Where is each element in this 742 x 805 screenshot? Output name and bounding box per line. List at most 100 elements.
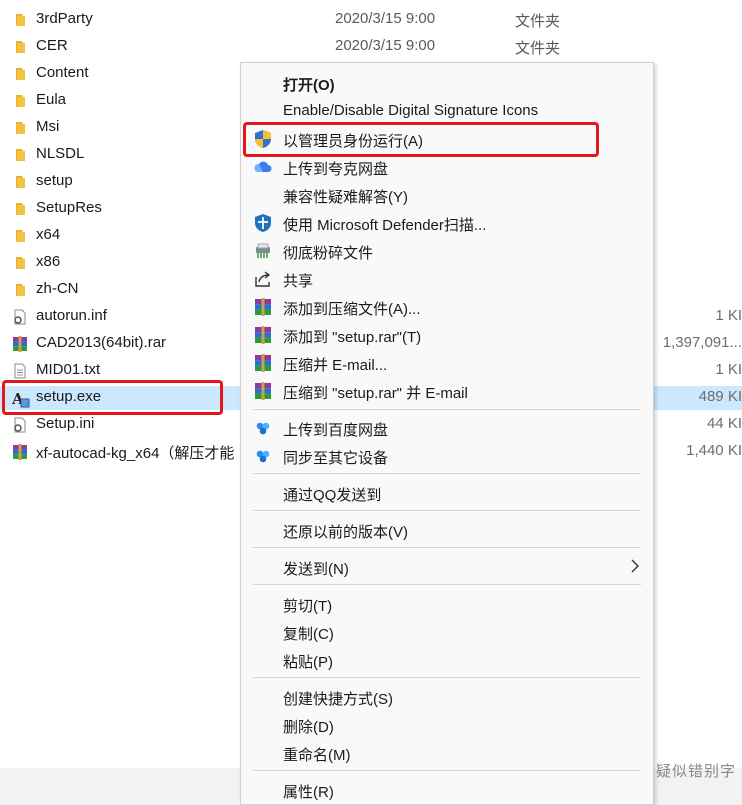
menu-item-label: 添加到 "setup.rar"(T)	[283, 329, 422, 346]
file-date: 2020/3/15 9:00	[335, 37, 436, 54]
menu-item-label: 上传到百度网盘	[283, 422, 389, 439]
file-type: 文件夹	[515, 40, 561, 57]
watermark-text: 疑似错别字	[656, 763, 737, 780]
file-size: 1 KI	[715, 361, 742, 378]
file-size: 1 KI	[715, 307, 742, 324]
file-date: 2020/3/15 9:00	[335, 10, 436, 27]
menu-item-open[interactable]: 打开(O)	[241, 68, 653, 96]
menu-item-defender-scan[interactable]: 使用 Microsoft Defender扫描...	[241, 208, 653, 236]
menu-item-rename[interactable]: 重命名(M)	[241, 738, 653, 766]
file-name: MID01.txt	[36, 361, 101, 378]
folder-icon	[12, 228, 28, 244]
menu-separator	[253, 547, 641, 548]
file-name: CAD2013(64bit).rar	[36, 334, 167, 351]
file-size: 489 KI	[698, 388, 742, 405]
menu-item-label: 兼容性疑难解答(Y)	[283, 189, 408, 206]
menu-item-shred[interactable]: 彻底粉碎文件	[241, 236, 653, 264]
menu-item-label: 还原以前的版本(V)	[283, 524, 408, 541]
folder-icon	[12, 39, 28, 55]
chevron-right-icon	[629, 557, 641, 575]
file-row[interactable]: 3rdParty 2020/3/15 9:00 文件夹	[0, 6, 742, 33]
menu-item-label: 属性(R)	[283, 784, 334, 801]
menu-item-copy[interactable]: 复制(C)	[241, 617, 653, 645]
file-name: CER	[36, 37, 68, 54]
folder-icon	[12, 174, 28, 190]
baidu-cloud-icon	[253, 446, 273, 466]
file-name: x86	[36, 253, 61, 270]
winrar-archive-icon	[12, 336, 28, 352]
menu-item-label: 粘贴(P)	[283, 654, 333, 671]
file-name: Eula	[36, 91, 67, 108]
menu-item-compress-setup-rar-email[interactable]: 压缩到 "setup.rar" 并 E-mail	[241, 376, 653, 404]
menu-item-label: 剪切(T)	[283, 598, 333, 615]
menu-item-label: 通过QQ发送到	[283, 487, 382, 504]
file-size: 44 KI	[706, 415, 742, 432]
file-name: SetupRes	[36, 199, 102, 216]
menu-item-send-via-qq[interactable]: 通过QQ发送到	[241, 478, 653, 506]
menu-separator	[253, 677, 641, 678]
menu-item-label: 删除(D)	[283, 719, 334, 736]
menu-item-label: 打开(O)	[283, 77, 335, 94]
highlight-box-run-as-admin	[243, 122, 599, 157]
winrar-icon	[253, 381, 273, 401]
file-name: Content	[36, 64, 89, 81]
menu-item-label: 创建快捷方式(S)	[283, 691, 393, 708]
file-name: x64	[36, 226, 61, 243]
baidu-cloud-icon	[253, 418, 273, 438]
menu-item-compress-email[interactable]: 压缩并 E-mail...	[241, 348, 653, 376]
menu-item-label: Enable/Disable Digital Signature Icons	[283, 102, 539, 119]
file-type: 文件夹	[515, 13, 561, 30]
folder-icon	[12, 255, 28, 271]
menu-separator	[253, 409, 641, 410]
menu-item-restore-versions[interactable]: 还原以前的版本(V)	[241, 515, 653, 543]
file-name: Setup.ini	[36, 415, 95, 432]
winrar-archive-icon	[12, 444, 28, 460]
menu-item-delete[interactable]: 删除(D)	[241, 710, 653, 738]
folder-icon	[12, 66, 28, 82]
defender-shield-icon	[253, 213, 273, 233]
menu-item-send-to[interactable]: 发送到(N)	[241, 552, 653, 580]
menu-item-add-to-archive[interactable]: 添加到压缩文件(A)...	[241, 292, 653, 320]
menu-item-label: 复制(C)	[283, 626, 334, 643]
menu-item-label: 压缩并 E-mail...	[283, 357, 388, 374]
folder-icon	[12, 12, 28, 28]
file-name: Msi	[36, 118, 60, 135]
folder-icon	[12, 147, 28, 163]
menu-item-sync-devices[interactable]: 同步至其它设备	[241, 441, 653, 469]
menu-item-label: 同步至其它设备	[283, 450, 389, 467]
file-size: 1,397,091...	[662, 334, 742, 351]
winrar-icon	[253, 297, 273, 317]
menu-item-cut[interactable]: 剪切(T)	[241, 589, 653, 617]
menu-item-properties[interactable]: 属性(R)	[241, 775, 653, 803]
file-size: 1,440 KI	[686, 442, 742, 459]
menu-item-upload-baidu[interactable]: 上传到百度网盘	[241, 413, 653, 441]
menu-separator	[253, 584, 641, 585]
menu-item-share[interactable]: 共享	[241, 264, 653, 292]
file-row[interactable]: CER 2020/3/15 9:00 文件夹	[0, 33, 742, 60]
menu-item-digital-signature-icons[interactable]: Enable/Disable Digital Signature Icons	[241, 96, 653, 124]
share-icon	[253, 269, 273, 289]
menu-separator	[253, 770, 641, 771]
context-menu: 打开(O) Enable/Disable Digital Signature I…	[240, 62, 654, 805]
menu-item-label: 上传到夸克网盘	[283, 161, 389, 178]
menu-separator	[253, 473, 641, 474]
menu-separator	[253, 510, 641, 511]
highlight-box-setup-exe	[2, 380, 223, 415]
file-name: autorun.inf	[36, 307, 107, 324]
menu-item-label: 共享	[283, 273, 314, 290]
menu-item-label: 使用 Microsoft Defender扫描...	[283, 217, 487, 234]
menu-item-add-to-setup-rar[interactable]: 添加到 "setup.rar"(T)	[241, 320, 653, 348]
file-name: 3rdParty	[36, 10, 93, 27]
quark-cloud-icon	[253, 157, 273, 177]
menu-item-create-shortcut[interactable]: 创建快捷方式(S)	[241, 682, 653, 710]
winrar-icon	[253, 325, 273, 345]
menu-item-paste[interactable]: 粘贴(P)	[241, 645, 653, 673]
file-name: xf-autocad-kg_x64（解压才能	[36, 445, 235, 462]
menu-item-label: 压缩到 "setup.rar" 并 E-mail	[283, 385, 468, 402]
menu-item-label: 添加到压缩文件(A)...	[283, 301, 421, 318]
settings-file-icon	[12, 309, 28, 325]
file-name: zh-CN	[36, 280, 79, 297]
file-name: setup	[36, 172, 73, 189]
menu-item-label: 发送到(N)	[283, 561, 349, 578]
menu-item-compatibility[interactable]: 兼容性疑难解答(Y)	[241, 180, 653, 208]
